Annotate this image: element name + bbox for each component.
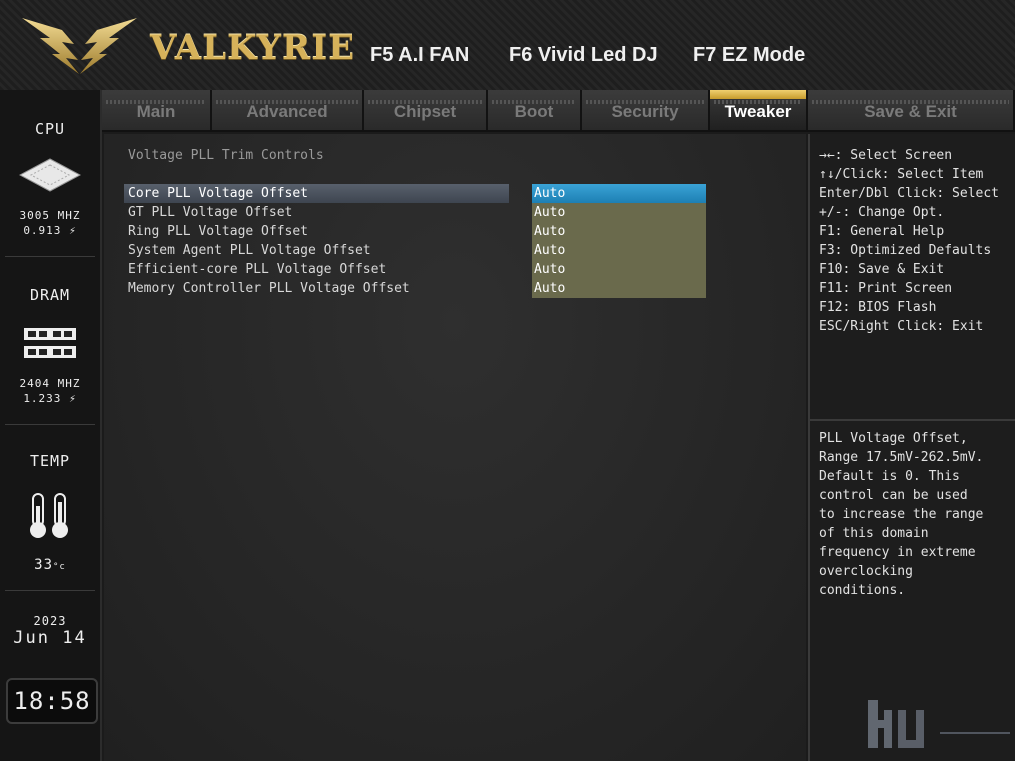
key-help-item: F12: BIOS Flash xyxy=(819,300,937,315)
tab-boot[interactable]: Boot xyxy=(488,90,582,130)
cpu-chip-icon xyxy=(0,158,100,196)
tab-chipset[interactable]: Chipset xyxy=(364,90,488,130)
system-clock: 18:58 xyxy=(6,678,98,724)
help-divider xyxy=(810,419,1015,421)
setting-row-efficient-core-pll[interactable]: Efficient-core PLL Voltage Offset Auto xyxy=(124,260,709,279)
setting-value[interactable]: Auto xyxy=(532,184,706,203)
sidebar-divider xyxy=(5,424,95,425)
f7-ez-mode-button[interactable]: F7 EZ Mode xyxy=(693,44,805,67)
tab-save-exit[interactable]: Save & Exit xyxy=(808,90,1015,130)
setting-value[interactable]: Auto xyxy=(532,241,706,260)
setting-label: Ring PLL Voltage Offset xyxy=(128,224,309,239)
tab-main[interactable]: Main xyxy=(102,90,212,130)
item-help-text: PLL Voltage Offset, Range 17.5mV-262.5mV… xyxy=(819,431,984,598)
key-help-item: F3: Optimized Defaults xyxy=(819,243,992,258)
key-help-item: F1: General Help xyxy=(819,224,945,239)
section-title: Voltage PLL Trim Controls xyxy=(128,148,324,163)
valkyrie-brand-text: VALKYRIE xyxy=(150,28,356,68)
f5-ai-fan-button[interactable]: F5 A.I FAN xyxy=(370,44,469,67)
setting-value[interactable]: Auto xyxy=(532,260,706,279)
f6-vivid-led-dj-button[interactable]: F6 Vivid Led DJ xyxy=(509,44,658,67)
voltage-bolt-icon: ⚡ xyxy=(69,392,77,405)
tab-bar: Main Advanced Chipset Boot Security Twea… xyxy=(102,90,1015,132)
key-help-item: ESC/Right Click: Exit xyxy=(819,319,984,334)
key-help-item: F11: Print Screen xyxy=(819,281,953,296)
header-bar: VALKYRIE F5 A.I FAN F6 Vivid Led DJ F7 E… xyxy=(0,0,1015,91)
voltage-bolt-icon: ⚡ xyxy=(69,224,77,237)
setting-label: GT PLL Voltage Offset xyxy=(128,205,293,220)
key-help-item: F10: Save & Exit xyxy=(819,262,945,277)
cpu-frequency: 3005 MHZ xyxy=(19,209,81,222)
sidebar-divider xyxy=(5,256,95,257)
temp-title: TEMP xyxy=(29,452,71,470)
thermometer-icon xyxy=(0,492,100,544)
tab-advanced[interactable]: Advanced xyxy=(212,90,364,130)
setting-row-gt-pll[interactable]: GT PLL Voltage Offset Auto xyxy=(124,203,709,222)
dram-frequency: 2404 MHZ xyxy=(19,377,81,390)
setting-label: Efficient-core PLL Voltage Offset xyxy=(128,262,387,277)
settings-panel: Voltage PLL Trim Controls Core PLL Volta… xyxy=(104,134,806,761)
setting-label: Memory Controller PLL Voltage Offset xyxy=(128,281,410,296)
key-help-list: →←: Select Screen ↑↓/Click: Select Item En… xyxy=(819,146,999,336)
cpu-voltage: 0.913 ⚡ xyxy=(23,224,77,237)
status-sidebar: CPU 3005 MHZ 0.913 ⚡ DRAM 2404 MHZ 1.233… xyxy=(0,90,102,761)
temperature-value: 33°c xyxy=(34,557,66,573)
key-help-item: ↑↓/Click: Select Item xyxy=(819,167,984,182)
valkyrie-wings-logo-icon xyxy=(22,18,137,74)
date-year: 2023 xyxy=(33,614,67,628)
setting-row-memory-controller-pll[interactable]: Memory Controller PLL Voltage Offset Aut… xyxy=(124,279,709,298)
cpu-title: CPU xyxy=(34,120,66,138)
setting-row-core-pll[interactable]: Core PLL Voltage Offset Auto xyxy=(124,184,709,203)
setting-value[interactable]: Auto xyxy=(532,222,706,241)
key-help-item: +/-: Change Opt. xyxy=(819,205,945,220)
setting-value[interactable]: Auto xyxy=(532,279,706,298)
setting-label: Core PLL Voltage Offset xyxy=(124,184,509,203)
key-help-item: →←: Select Screen xyxy=(819,148,953,163)
key-help-item: Enter/Dbl Click: Select xyxy=(819,186,1000,201)
sidebar-divider xyxy=(5,590,95,591)
setting-value[interactable]: Auto xyxy=(532,203,706,222)
watermark-logo-icon xyxy=(868,700,1010,748)
date-day: Jun 14 xyxy=(13,628,87,648)
tab-tweaker[interactable]: Tweaker xyxy=(710,90,808,130)
dram-title: DRAM xyxy=(29,286,71,304)
setting-label: System Agent PLL Voltage Offset xyxy=(128,243,371,258)
help-panel: →←: Select Screen ↑↓/Click: Select Item En… xyxy=(808,134,1015,761)
tab-security[interactable]: Security xyxy=(582,90,710,130)
dram-voltage: 1.233 ⚡ xyxy=(23,392,77,405)
setting-row-ring-pll[interactable]: Ring PLL Voltage Offset Auto xyxy=(124,222,709,241)
dram-module-icon xyxy=(0,326,100,364)
setting-row-system-agent-pll[interactable]: System Agent PLL Voltage Offset Auto xyxy=(124,241,709,260)
